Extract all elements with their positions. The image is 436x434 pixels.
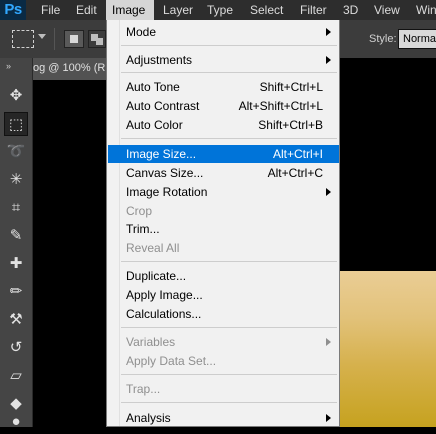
menu-item-canvas-size[interactable]: Canvas Size... Alt+Ctrl+C	[108, 164, 339, 182]
canvas-area	[33, 80, 108, 427]
menu-item-shortcut: Alt+Ctrl+I	[272, 147, 323, 161]
menu-item-analysis[interactable]: Analysis	[108, 409, 339, 427]
menu-item-shortcut: Alt+Ctrl+C	[267, 166, 323, 180]
menu-view[interactable]: View	[368, 0, 406, 20]
menu-separator	[121, 72, 337, 73]
submenu-arrow-icon	[326, 338, 331, 346]
menu-item-label: Mode	[126, 25, 157, 39]
menu-item-apply-data-set[interactable]: Apply Data Set...	[108, 352, 339, 370]
menu-item-label: Apply Image...	[126, 288, 203, 302]
menu-separator	[121, 374, 337, 375]
menu-bar: Ps File Edit Image Layer Type Select Fil…	[0, 0, 436, 21]
style-label: Style:	[369, 33, 397, 45]
photoshop-logo: Ps	[0, 0, 26, 20]
lasso-icon[interactable]: ➰	[4, 140, 28, 164]
submenu-arrow-icon	[326, 188, 331, 196]
preset-dropdown-icon[interactable]	[38, 34, 46, 39]
menu-separator	[121, 45, 337, 46]
menu-item-duplicate[interactable]: Duplicate...	[108, 267, 339, 285]
marquee-preset-icon[interactable]	[12, 30, 34, 48]
move-tool-icon[interactable]: ✥	[4, 84, 28, 108]
menu-item-apply-image[interactable]: Apply Image...	[108, 286, 339, 304]
clone-stamp-icon[interactable]: ⚒	[4, 308, 28, 332]
menu-item-label: Auto Color	[126, 118, 183, 132]
menu-separator	[121, 402, 337, 403]
menu-item-label: Trim...	[126, 222, 160, 236]
menu-item-calculations[interactable]: Calculations...	[108, 305, 339, 323]
document-tab-title: og @ 100% (R	[33, 62, 106, 74]
menu-item-trap[interactable]: Trap...	[108, 380, 339, 398]
menu-item-label: Analysis	[126, 411, 171, 425]
menu-item-shortcut: Shift+Ctrl+B	[258, 118, 323, 132]
menu-image[interactable]: Image	[106, 0, 154, 20]
menu-filter[interactable]: Filter	[294, 0, 333, 20]
menu-item-crop[interactable]: Crop	[108, 202, 339, 220]
menu-item-label: Trap...	[126, 382, 161, 396]
menu-item-label: Duplicate...	[126, 269, 187, 283]
submenu-arrow-icon	[326, 56, 331, 64]
document-image	[340, 271, 436, 427]
brush-icon[interactable]: ✏	[4, 280, 28, 304]
menu-item-label: Variables	[126, 335, 176, 349]
add-to-selection-icon[interactable]	[88, 30, 106, 48]
submenu-arrow-icon	[326, 28, 331, 36]
menu-item-label: Auto Contrast	[126, 99, 200, 113]
menu-item-shortcut: Alt+Shift+Ctrl+L	[238, 99, 323, 113]
menu-separator	[121, 327, 337, 328]
menu-item-image-rotation[interactable]: Image Rotation	[108, 183, 339, 201]
document-tab[interactable]: og @ 100% (R	[33, 58, 108, 80]
menu-window[interactable]: Win	[410, 0, 436, 20]
magic-wand-icon[interactable]: ✳	[4, 168, 28, 192]
menu-layer[interactable]: Layer	[157, 0, 199, 20]
menu-separator	[121, 261, 337, 262]
menu-item-trim[interactable]: Trim...	[108, 220, 339, 238]
menu-item-label: Image Size...	[126, 147, 197, 161]
menu-item-label: Image Rotation	[126, 185, 208, 199]
history-brush-icon[interactable]: ↺	[4, 336, 28, 360]
menu-item-label: Crop	[126, 204, 153, 218]
menu-item-adjustments[interactable]: Adjustments	[108, 51, 339, 69]
menu-item-variables[interactable]: Variables	[108, 333, 339, 351]
new-selection-icon[interactable]	[64, 30, 84, 48]
menu-separator	[121, 138, 337, 139]
menu-item-label: Reveal All	[126, 241, 180, 255]
style-select[interactable]: Normal	[398, 29, 436, 49]
rectangular-marquee-icon[interactable]: ⬚	[4, 112, 28, 136]
crop-icon[interactable]: ⌗	[4, 196, 28, 220]
menu-item-label: Canvas Size...	[126, 166, 204, 180]
menu-item-label: Adjustments	[126, 53, 193, 67]
menu-file[interactable]: File	[35, 0, 66, 20]
menu-type[interactable]: Type	[201, 0, 239, 20]
eraser-icon[interactable]: ▱	[4, 364, 28, 388]
menu-item-label: Apply Data Set...	[126, 354, 217, 368]
menu-item-shortcut: Shift+Ctrl+L	[259, 80, 323, 94]
menu-item-reveal-all[interactable]: Reveal All	[108, 239, 339, 257]
blur-icon[interactable]: ●	[4, 410, 28, 434]
healing-brush-icon[interactable]: ✚	[4, 252, 28, 276]
menu-item-label: Calculations...	[126, 307, 202, 321]
tools-panel: » ✥ ⬚ ➰ ✳ ⌗ ✎ ✚ ✏ ⚒ ↺ ▱ ◆ ●	[0, 58, 33, 430]
submenu-arrow-icon	[326, 414, 331, 422]
menu-select[interactable]: Select	[244, 0, 289, 20]
collapse-grip-icon[interactable]: »	[6, 61, 12, 71]
menu-item-auto-contrast[interactable]: Auto Contrast Alt+Shift+Ctrl+L	[108, 97, 339, 115]
menu-edit[interactable]: Edit	[70, 0, 103, 20]
image-menu-dropdown: Mode Adjustments Auto Tone Shift+Ctrl+L …	[106, 20, 340, 427]
menu-3d[interactable]: 3D	[337, 0, 364, 20]
menu-item-auto-color[interactable]: Auto Color Shift+Ctrl+B	[108, 116, 339, 134]
menu-item-image-size[interactable]: Image Size... Alt+Ctrl+I	[108, 145, 339, 163]
menu-item-label: Auto Tone	[126, 80, 180, 94]
eyedropper-icon[interactable]: ✎	[4, 224, 28, 248]
menu-item-auto-tone[interactable]: Auto Tone Shift+Ctrl+L	[108, 78, 339, 96]
menu-item-mode[interactable]: Mode	[108, 23, 339, 41]
options-separator	[54, 28, 55, 50]
